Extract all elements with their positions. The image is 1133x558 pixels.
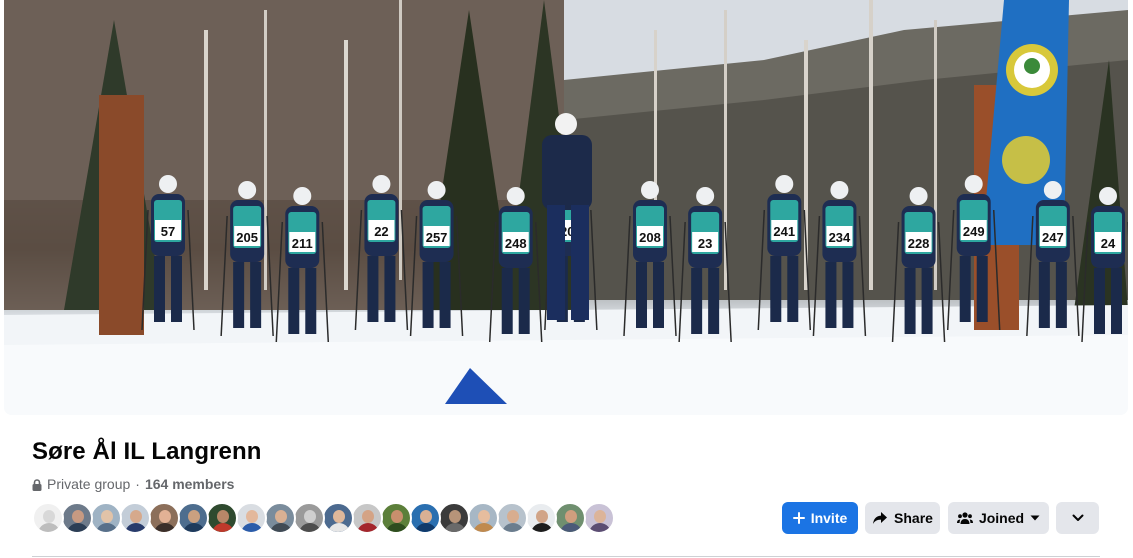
bib-number: 211 xyxy=(292,236,313,251)
member-avatar[interactable] xyxy=(467,502,499,534)
member-avatar[interactable] xyxy=(61,502,93,534)
joined-button[interactable]: Joined xyxy=(948,502,1049,534)
member-avatar[interactable] xyxy=(554,502,586,534)
group-meta: Private group · 164 members xyxy=(32,476,234,492)
member-avatar[interactable] xyxy=(148,502,180,534)
member-avatar[interactable] xyxy=(380,502,412,534)
member-avatar[interactable] xyxy=(119,502,151,534)
more-options-button[interactable] xyxy=(1056,502,1099,534)
member-avatar[interactable] xyxy=(32,502,64,534)
member-avatar[interactable] xyxy=(264,502,296,534)
meta-separator: · xyxy=(135,476,140,492)
member-avatar[interactable] xyxy=(206,502,238,534)
member-avatar[interactable] xyxy=(525,502,557,534)
cover-photo[interactable]: 57 205 211 22 257 248 207 208 23 241 234 228 249 247 2… xyxy=(4,0,1128,415)
people-icon xyxy=(956,512,973,524)
bib-number: 249 xyxy=(963,224,985,239)
bib-number: 57 xyxy=(161,224,175,239)
member-avatar[interactable] xyxy=(235,502,267,534)
joined-label: Joined xyxy=(978,510,1025,526)
member-avatars xyxy=(32,502,615,534)
bib-number: 248 xyxy=(505,236,527,251)
invite-label: Invite xyxy=(810,510,848,526)
caret-down-icon xyxy=(1030,515,1040,521)
cover-photo-scene: 57 205 21122 257 248207 208 23241 234 228249 247 2… xyxy=(4,0,1128,415)
privacy-label[interactable]: Private group xyxy=(47,476,130,492)
share-button[interactable]: Share xyxy=(865,502,940,534)
bib-number: 228 xyxy=(908,236,930,251)
member-avatar[interactable] xyxy=(496,502,528,534)
header-divider xyxy=(32,556,1100,557)
lock-icon xyxy=(32,478,42,491)
member-avatar[interactable] xyxy=(583,502,615,534)
bib-number: 234 xyxy=(829,230,851,245)
member-avatar[interactable] xyxy=(322,502,354,534)
member-count[interactable]: 164 members xyxy=(145,476,235,492)
chevron-down-icon xyxy=(1072,514,1083,521)
bib-number: 257 xyxy=(426,230,448,245)
share-arrow-icon xyxy=(873,512,888,524)
bib-number: 24 xyxy=(1101,236,1116,251)
member-avatar[interactable] xyxy=(438,502,470,534)
member-avatar[interactable] xyxy=(293,502,325,534)
member-avatar[interactable] xyxy=(177,502,209,534)
member-avatar[interactable] xyxy=(90,502,122,534)
bib-number: 241 xyxy=(773,224,795,239)
bib-number: 205 xyxy=(236,230,258,245)
group-page: 57 205 211 22 257 248 207 208 23 241 234 228 249 247 2… xyxy=(0,0,1133,558)
bib-number: 23 xyxy=(698,236,712,251)
group-name[interactable]: Søre Ål IL Langrenn xyxy=(32,438,262,466)
bib-number: 208 xyxy=(639,230,661,245)
invite-button[interactable]: Invite xyxy=(782,502,858,534)
share-label: Share xyxy=(894,510,933,526)
bib-number: 247 xyxy=(1042,230,1064,245)
plus-icon xyxy=(792,512,805,524)
member-avatar[interactable] xyxy=(409,502,441,534)
bib-number: 22 xyxy=(374,224,388,239)
member-avatar[interactable] xyxy=(351,502,383,534)
